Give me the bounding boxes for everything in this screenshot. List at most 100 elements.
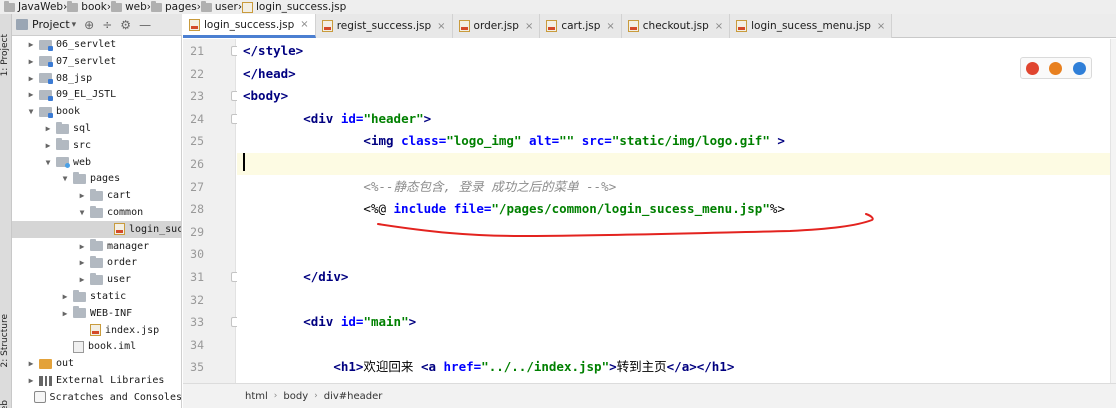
chevron-right-icon[interactable]: ▶ [77,258,87,267]
text-caret [243,153,245,171]
chevron-right-icon[interactable]: ▶ [77,242,87,251]
code-editor[interactable]: </style> </head> <body> <div id="header"> … [237,39,1116,383]
project-tool-button[interactable]: 1: Project [0,34,12,76]
close-icon[interactable]: × [525,21,533,32]
chevron-right-icon[interactable]: ▶ [26,359,36,368]
line-number: 24 [190,111,204,126]
code-line: </head> [237,63,1116,85]
close-icon[interactable]: × [606,21,614,32]
chevron-right-icon[interactable]: ▶ [60,292,70,301]
chevron-right-icon[interactable]: ▶ [26,376,36,385]
tree-item[interactable]: ▼ web [12,154,181,171]
chevron-right-icon[interactable]: ▶ [43,141,53,150]
code-token: "" [559,133,582,149]
code-token: "static/img/logo.gif" [611,133,770,149]
tree-item[interactable]: ▼ pages [12,170,181,187]
tree-item[interactable]: ▼ common [12,204,181,221]
status-crumb[interactable]: html [245,391,268,402]
project-view-dropdown[interactable]: ▾ [72,20,77,30]
gear-icon[interactable]: ⚙ [120,18,131,32]
hide-panel-icon[interactable]: — [139,18,151,32]
editor-tab[interactable]: regist_success.jsp × [315,14,453,38]
close-icon[interactable]: × [300,19,308,30]
chevron-right-icon[interactable]: ▶ [26,40,36,49]
tree-item[interactable]: ▶ 06_servlet [12,36,181,53]
tree-item[interactable]: ▶ cart [12,187,181,204]
chevron-down-icon[interactable]: ▼ [60,174,70,183]
tree-item[interactable]: ▶ static [12,288,181,305]
web-tool-button[interactable]: Web [0,400,12,408]
breadcrumb-label: login_success.jsp [256,1,347,13]
chevron-down-icon[interactable]: ▼ [77,208,87,217]
tree-item[interactable]: Scratches and Consoles [12,389,181,406]
tree-item-label: pages [90,173,121,185]
tree-item[interactable]: ▶ sql [12,120,181,137]
tree-item[interactable]: ▶ 08_jsp [12,70,181,87]
jsp-file-icon [627,20,639,32]
tree-item[interactable]: ▶ order [12,254,181,271]
breadcrumb-item[interactable]: pages [151,0,197,13]
breadcrumb-item[interactable]: web [111,0,147,13]
ie-icon[interactable] [1072,61,1086,75]
status-separator: › [273,391,278,401]
folder-icon [111,0,123,12]
firefox-icon[interactable] [1049,61,1063,75]
tree-item[interactable]: ▼ book [12,103,181,120]
editor-scrollbar[interactable] [1110,39,1116,383]
jsp-file-icon [458,20,470,32]
breadcrumb-item[interactable]: login_success.jsp [242,1,346,13]
chevron-right-icon[interactable]: ▶ [26,90,36,99]
tree-item[interactable]: ▶ manager [12,238,181,255]
chevron-right-icon[interactable]: ▶ [77,191,87,200]
tree-item[interactable]: book.iml [12,338,181,355]
orange-folder-icon [39,358,52,369]
editor-tab[interactable]: login_sucess_menu.jsp × [730,14,893,38]
editor-tab[interactable]: checkout.jsp × [621,14,731,38]
tab-label: order.jsp [473,20,519,32]
tree-item[interactable]: ▶ out [12,355,181,372]
locate-icon[interactable]: ⊕ [84,18,94,32]
structure-tool-button[interactable]: 2: Structure [0,314,12,368]
tree-item-label: common [107,207,144,218]
editor-tab[interactable]: cart.jsp × [540,14,622,38]
tree-item[interactable]: ▶ user [12,271,181,288]
line-number: 28 [190,202,204,217]
code-token: <div [303,110,341,126]
tree-item[interactable]: ▶ src [12,137,181,154]
editor-tab[interactable]: order.jsp × [452,14,541,38]
chevron-down-icon[interactable]: ▼ [43,158,53,167]
tree-item[interactable]: ▶ External Libraries [12,372,181,389]
chevron-right-icon[interactable]: ▶ [26,57,36,66]
tree-item[interactable]: ▶ 07_servlet [12,53,181,70]
breadcrumb-item[interactable]: book [67,0,107,13]
project-panel-title[interactable]: Project [32,18,70,31]
collapse-icon[interactable]: ÷ [102,18,112,32]
chevron-right-icon[interactable]: ▶ [26,74,36,83]
breadcrumb-item[interactable]: JavaWeb [4,0,63,13]
jsp-file-icon [90,324,101,337]
chevron-right-icon[interactable]: ▶ [77,275,87,284]
close-icon[interactable]: × [715,21,723,32]
tree-item[interactable]: ▶ 09_EL_JSTL [12,86,181,103]
tree-item[interactable]: ▶ WEB-INF [12,305,181,322]
status-crumb[interactable]: body [283,391,308,402]
close-icon[interactable]: × [877,21,885,32]
chevron-right-icon[interactable]: ▶ [60,309,70,318]
editor-tab[interactable]: login_success.jsp × [183,14,316,38]
line-number: 27 [190,179,204,194]
chrome-icon[interactable] [1026,61,1040,75]
status-crumb[interactable]: div#header [324,391,383,402]
project-tree: ▶ 06_servlet ▶ 07_servlet ▶ 08_jsp ▶ 09_EL_JSTL… [12,36,182,408]
chevron-right-icon[interactable]: ▶ [43,124,53,133]
tree-item[interactable]: login_sucess_menu.jsp [12,220,181,238]
chevron-down-icon[interactable]: ▼ [26,107,36,116]
tree-item[interactable]: index.jsp [12,322,181,339]
breadcrumb-item[interactable]: user [200,0,238,13]
close-icon[interactable]: × [437,21,445,32]
code-token: href= [443,359,482,375]
